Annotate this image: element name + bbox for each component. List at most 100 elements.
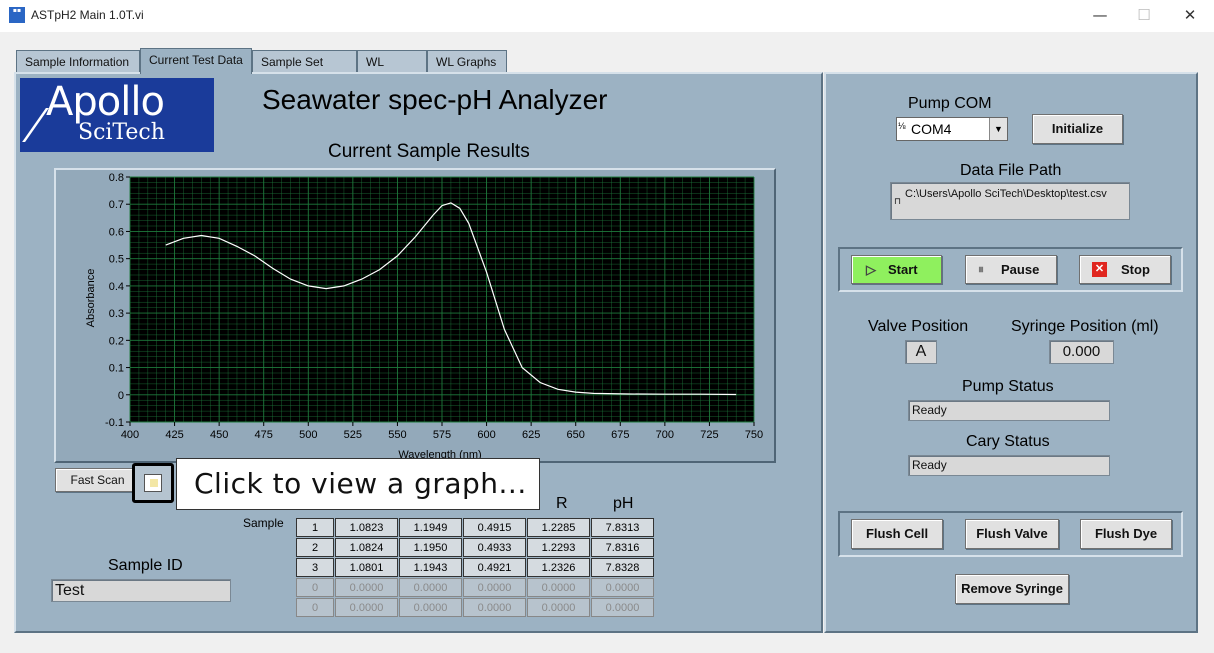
result-cell: 7.8313 <box>591 518 654 537</box>
pump-com-value: COM4 <box>911 121 952 137</box>
result-cell: 0.4933 <box>463 538 526 557</box>
toggle-led-icon <box>150 479 158 487</box>
pause-button[interactable]: ⏸ Pause <box>965 255 1057 284</box>
window-titlebar: ▪▪ ASTpH2 Main 1.0T.vi — ☐ ✕ <box>0 0 1214 32</box>
pump-status-value: Ready <box>908 400 1110 421</box>
result-cell: 0.0000 <box>335 598 398 617</box>
maximize-icon[interactable]: ☐ <box>1134 6 1154 24</box>
result-cell: 0.0000 <box>591 598 654 617</box>
x-axis-ticks: 400 425 450 475 500 525 550 575 600 625 650 675 700 7… <box>121 422 763 441</box>
y-tick-label: 0.2 <box>109 335 124 347</box>
result-cell: 1.1943 <box>399 558 462 577</box>
data-file-path-value: C:\Users\Apollo SciTech\Desktop\test.csv <box>905 188 1107 200</box>
table-row: 1 1.0823 1.1949 0.4915 1.2285 7.8313 <box>296 518 654 537</box>
y-tick-label: 0.8 <box>109 172 124 184</box>
x-tick-label: 650 <box>567 429 585 441</box>
y-tick-label: 0.1 <box>109 363 124 375</box>
x-tick-label: 600 <box>477 429 495 441</box>
x-tick-label: 675 <box>611 429 629 441</box>
start-button[interactable]: ▷ Start <box>851 255 942 284</box>
result-cell: 0.0000 <box>527 578 590 597</box>
y-tick-label: 0.7 <box>109 199 124 211</box>
stop-icon: ✕ <box>1092 262 1107 277</box>
stop-button[interactable]: ✕ Stop <box>1079 255 1171 284</box>
cary-status-label: Cary Status <box>966 433 1050 450</box>
tab-sample-information[interactable]: Sample Information <box>16 50 140 72</box>
result-cell: 0.0000 <box>463 598 526 617</box>
result-cell: 0.0000 <box>463 578 526 597</box>
x-tick-label: 625 <box>522 429 540 441</box>
y-tick-label: 0.6 <box>109 226 124 238</box>
result-cell: 1.0824 <box>335 538 398 557</box>
pump-com-select[interactable]: ⅛ COM4 ▼ <box>896 117 1008 141</box>
flush-valve-button[interactable]: Flush Valve <box>965 519 1059 549</box>
syringe-position-label: Syringe Position (ml) <box>1011 318 1159 335</box>
result-cell: 0.0000 <box>399 598 462 617</box>
x-tick-label: 750 <box>745 429 763 441</box>
pump-com-label: Pump COM <box>908 95 992 112</box>
row-index-cell: 3 <box>296 558 334 577</box>
initialize-button[interactable]: Initialize <box>1032 114 1123 144</box>
tab-current-test-data[interactable]: Current Test Data <box>140 48 252 74</box>
stop-label: Stop <box>1121 262 1150 277</box>
valve-position-label: Valve Position <box>868 318 969 335</box>
x-tick-label: 700 <box>656 429 674 441</box>
tab-wl-setup[interactable]: WL Setup <box>357 50 427 91</box>
table-row: 0 0.0000 0.0000 0.0000 0.0000 0.0000 <box>296 598 654 617</box>
result-cell: 0.4921 <box>463 558 526 577</box>
result-cell: 1.0801 <box>335 558 398 577</box>
y-axis-ticks: -0.1 0 0.1 0.2 0.3 0.4 0.5 0.6 0.7 0.8 <box>105 172 130 429</box>
visa-icon: ⅛ <box>898 121 906 131</box>
x-tick-label: 725 <box>700 429 718 441</box>
column-header-r: R <box>556 495 568 512</box>
table-row: 0 0.0000 0.0000 0.0000 0.0000 0.0000 <box>296 578 654 597</box>
view-graph-toggle[interactable] <box>132 463 174 503</box>
table-row: 2 1.0824 1.1950 0.4933 1.2293 7.8316 <box>296 538 654 557</box>
data-file-path-field[interactable]: ⊓ C:\Users\Apollo SciTech\Desktop\test.c… <box>890 182 1130 220</box>
window-title: ASTpH2 Main 1.0T.vi <box>31 8 144 22</box>
path-icon: ⊓ <box>894 196 902 206</box>
minimize-icon[interactable]: — <box>1090 6 1110 24</box>
tab-sample-set-data[interactable]: Sample Set Data <box>252 50 357 91</box>
y-tick-label: 0.4 <box>109 281 124 293</box>
flush-dye-button[interactable]: Flush Dye <box>1080 519 1172 549</box>
pause-icon: ⏸ <box>978 262 985 276</box>
logo-text-apollo: Apollo <box>46 79 165 125</box>
row-index-cell: 1 <box>296 518 334 537</box>
absorbance-chart[interactable]: -0.100.10.20.30.40.50.60.70.8 400 425 450 4… <box>54 168 776 463</box>
result-cell: 1.2293 <box>527 538 590 557</box>
flush-cell-button[interactable]: Flush Cell <box>851 519 943 549</box>
y-tick-label: 0.5 <box>109 254 124 266</box>
close-icon[interactable]: ✕ <box>1180 6 1200 24</box>
syringe-position-value: 0.000 <box>1049 340 1114 364</box>
tab-wl-graphs[interactable]: WL Graphs <box>427 50 507 72</box>
fast-scan-button[interactable]: Fast Scan <box>55 468 140 492</box>
result-cell: 7.8316 <box>591 538 654 557</box>
x-tick-label: 525 <box>344 429 362 441</box>
results-table: 1 1.0823 1.1949 0.4915 1.2285 7.8313 2 1.0824 1.… <box>295 517 655 618</box>
result-cell: 0.0000 <box>399 578 462 597</box>
x-tick-label: 475 <box>255 429 273 441</box>
result-cell: 0.0000 <box>591 578 654 597</box>
remove-syringe-button[interactable]: Remove Syringe <box>955 574 1069 604</box>
result-cell: 1.0823 <box>335 518 398 537</box>
result-cell: 7.8328 <box>591 558 654 577</box>
play-icon: ▷ <box>866 262 876 277</box>
sample-id-label: Sample ID <box>108 557 183 574</box>
row-index-cell: 0 <box>296 598 334 617</box>
column-header-ph: pH <box>613 495 634 512</box>
y-tick-label: 0 <box>118 390 124 402</box>
chevron-down-icon[interactable]: ▼ <box>989 118 1007 140</box>
x-tick-label: 550 <box>388 429 406 441</box>
x-tick-label: 575 <box>433 429 451 441</box>
x-tick-label: 450 <box>210 429 228 441</box>
sample-row-label: Sample <box>243 516 284 530</box>
graph-tooltip: Click to view a graph... <box>176 458 540 510</box>
sample-id-field[interactable]: Test <box>51 579 231 602</box>
result-cell: 1.1950 <box>399 538 462 557</box>
result-cell: 1.1949 <box>399 518 462 537</box>
app-icon: ▪▪ <box>9 7 25 23</box>
y-tick-label: -0.1 <box>105 417 124 429</box>
start-label: Start <box>888 262 918 277</box>
valve-position-value: A <box>905 340 937 364</box>
